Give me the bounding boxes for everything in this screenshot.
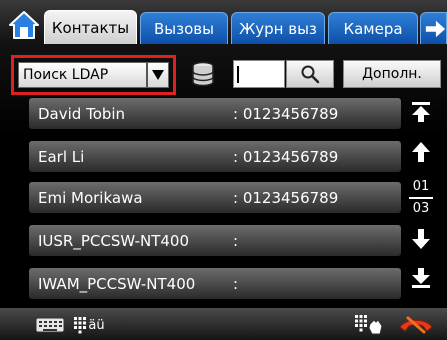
abc-keypad-button[interactable]: äü <box>68 312 110 338</box>
right-arrow-icon <box>425 20 446 37</box>
keyboard-button[interactable] <box>34 312 66 338</box>
page-total: 03 <box>412 201 430 216</box>
contact-number: : 0123456789 <box>233 104 339 123</box>
abc-keypad-icon <box>74 317 87 334</box>
ldap-select-value: Поиск LDAP <box>23 67 109 83</box>
contact-name: Emi Morikawa <box>38 188 143 207</box>
dialpad-button[interactable] <box>352 312 386 338</box>
page-divider <box>409 197 433 199</box>
tab-contacts[interactable]: Контакты <box>44 10 137 44</box>
abc-keypad-label: äü <box>88 317 105 333</box>
contact-number: : <box>233 231 239 250</box>
page-down-icon <box>412 229 430 249</box>
tab-bar: Контакты Вызовы Журн выз Камера <box>0 0 447 44</box>
contact-name: IWAM_PCCSW-NT400 <box>38 274 196 293</box>
page-down-button[interactable] <box>406 224 436 254</box>
page-up-icon <box>412 142 430 162</box>
tab-calls-label: Вызовы <box>154 19 214 38</box>
search-button[interactable] <box>286 60 334 88</box>
dialpad-icon <box>355 315 383 335</box>
tab-contacts-label: Контакты <box>51 18 130 37</box>
first-page-icon <box>412 102 430 122</box>
page-current: 01 <box>412 179 430 194</box>
contact-name: David Tobin <box>38 104 126 123</box>
dropdown-arrow-icon <box>152 70 164 80</box>
bottom-bar: äü <box>0 308 447 340</box>
page-indicator: 01 03 <box>406 178 436 222</box>
contact-row[interactable]: IWAM_PCCSW-NT400 : <box>29 268 401 299</box>
ldap-dropdown-button[interactable] <box>146 63 168 87</box>
contact-name: Earl Li <box>38 147 85 166</box>
contact-row[interactable]: Emi Morikawa : 0123456789 <box>29 182 401 213</box>
keyboard-icon <box>35 317 65 333</box>
hangup-icon <box>399 316 433 334</box>
contact-row[interactable]: IUSR_PCCSW-NT400 : <box>29 225 401 256</box>
text-cursor <box>237 66 239 83</box>
first-page-button[interactable] <box>406 97 436 127</box>
page-up-button[interactable] <box>406 137 436 167</box>
more-button-label: Дополн. <box>362 66 422 82</box>
contact-number: : 0123456789 <box>233 188 339 207</box>
tab-camera[interactable]: Камера <box>328 12 418 44</box>
database-icon <box>192 61 214 87</box>
contact-row[interactable]: David Tobin : 0123456789 <box>29 98 401 129</box>
more-button[interactable]: Дополн. <box>343 60 441 88</box>
search-input[interactable] <box>233 60 285 88</box>
tab-call-log[interactable]: Журн выз <box>231 12 325 44</box>
last-page-icon <box>412 268 430 288</box>
search-icon <box>301 65 320 84</box>
tab-call-log-label: Журн выз <box>239 19 317 38</box>
contact-name: IUSR_PCCSW-NT400 <box>38 231 190 250</box>
contacts-screen: Контакты Вызовы Журн выз Камера Поиск LD… <box>0 0 447 340</box>
contact-number: : <box>233 274 239 293</box>
contact-row[interactable]: Earl Li : 0123456789 <box>29 141 401 172</box>
tab-camera-label: Камера <box>343 19 403 38</box>
next-tabs-button[interactable] <box>420 12 447 44</box>
ldap-search-select[interactable]: Поиск LDAP <box>18 62 169 88</box>
contact-number: : 0123456789 <box>233 147 339 166</box>
home-button[interactable] <box>6 8 42 42</box>
database-button[interactable] <box>183 60 223 88</box>
last-page-button[interactable] <box>406 263 436 293</box>
home-icon <box>9 11 39 39</box>
hangup-button[interactable] <box>392 312 440 338</box>
tab-calls[interactable]: Вызовы <box>140 12 228 44</box>
search-toolbar: Поиск LDAP Дополн. <box>0 44 447 95</box>
